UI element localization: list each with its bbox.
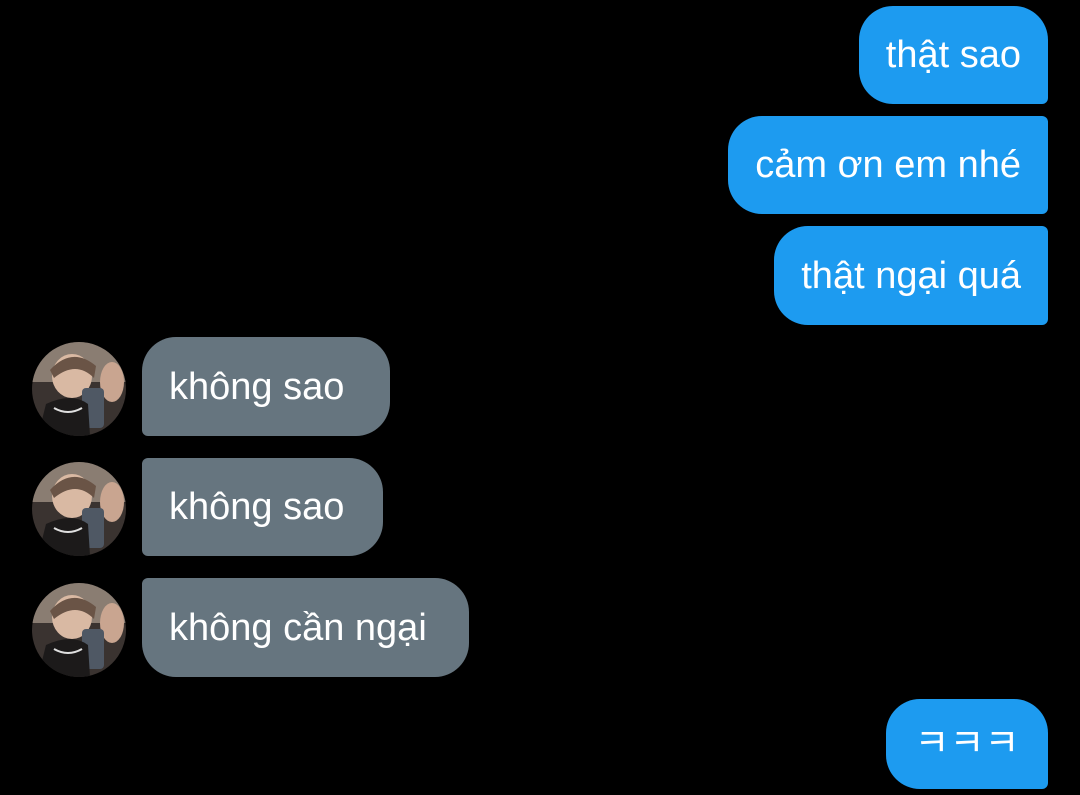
avatar[interactable]: [32, 583, 126, 677]
chat-thread: thật sao cảm ơn em nhé thật ngại quá khô…: [0, 0, 1080, 795]
avatar[interactable]: [32, 342, 126, 436]
message-bubble-sent[interactable]: ㅋㅋㅋ: [886, 699, 1048, 789]
message-bubble-sent[interactable]: thật ngại quá: [774, 226, 1048, 325]
message-text: thật sao: [885, 34, 1021, 76]
message-text: không sao: [169, 365, 345, 408]
message-text: không cần ngại: [169, 606, 427, 649]
message-text: không sao: [169, 486, 345, 528]
message-text: thật ngại quá: [801, 254, 1021, 297]
message-text: cảm ơn em nhé: [755, 144, 1021, 186]
message-bubble-received[interactable]: không sao: [142, 337, 390, 436]
message-text: ㅋㅋㅋ: [914, 723, 1020, 765]
message-bubble-sent[interactable]: cảm ơn em nhé: [728, 116, 1048, 214]
avatar-photo: [32, 583, 126, 677]
avatar-photo: [32, 342, 126, 436]
message-bubble-received[interactable]: không cần ngại: [142, 578, 469, 677]
avatar[interactable]: [32, 462, 126, 556]
message-bubble-received[interactable]: không sao: [142, 458, 383, 556]
message-bubble-sent[interactable]: thật sao: [858, 6, 1048, 104]
avatar-photo: [32, 462, 126, 556]
